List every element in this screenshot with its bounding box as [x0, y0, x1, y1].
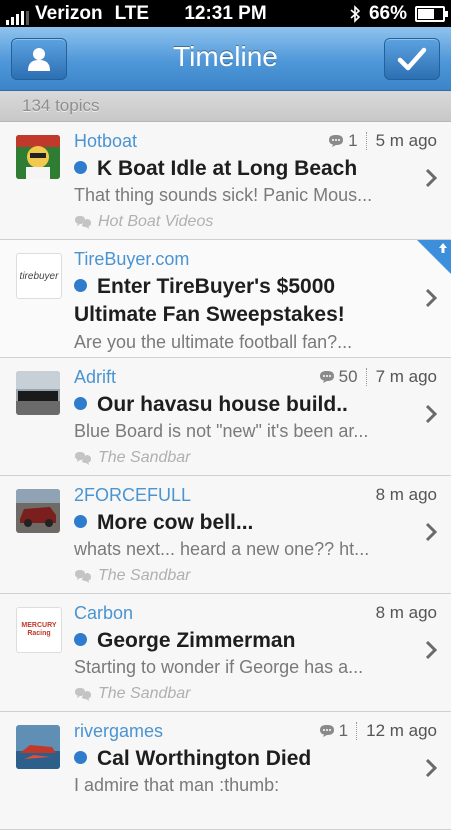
- avatar: [16, 371, 60, 415]
- forum-icon: [75, 687, 91, 701]
- chevron-right-icon: [425, 640, 437, 660]
- topic-row[interactable]: rivergames 1 12 m ago Cal Worthington Di…: [0, 712, 451, 830]
- chevron-right-icon: [425, 522, 437, 542]
- forum-name: The Sandbar: [74, 685, 191, 703]
- topic-author[interactable]: Carbon: [74, 603, 133, 624]
- topic-meta: 1 5 m ago: [328, 131, 437, 151]
- topic-row[interactable]: Hotboat 1 5 m ago K Boat Idle at Long Be…: [0, 122, 451, 240]
- topic-title: Enter TireBuyer's $5000 Ultimate Fan Swe…: [74, 275, 345, 326]
- avatar: tirebuyer: [16, 253, 62, 299]
- chevron-right-icon: [425, 404, 437, 424]
- topic-title: Our havasu house build..: [74, 391, 409, 419]
- comment-icon: [319, 371, 334, 383]
- topic-time: 7 m ago: [375, 367, 437, 386]
- topic-time: 8 m ago: [375, 485, 437, 504]
- topic-time: 8 m ago: [375, 603, 437, 622]
- unread-dot-icon: [74, 279, 87, 292]
- topic-author[interactable]: Adrift: [74, 367, 116, 388]
- topics-count-bar: 134 topics: [0, 91, 451, 122]
- topic-preview: Blue Board is not "new" it's been ar...: [74, 421, 369, 441]
- reply-count: 1: [348, 131, 358, 150]
- battery-icon: [415, 6, 448, 22]
- avatar: [16, 725, 60, 769]
- topic-title: George Zimmerman: [74, 627, 409, 655]
- topic-preview: Starting to wonder if George has a...: [74, 657, 364, 677]
- mark-read-button[interactable]: [384, 38, 440, 80]
- topic-row-sponsored[interactable]: tirebuyer TireBuyer.com Enter TireBuyer'…: [0, 240, 451, 358]
- forum-icon: [75, 451, 91, 465]
- bluetooth-icon: [350, 5, 361, 23]
- topic-time: 12 m ago: [366, 721, 437, 740]
- topic-meta: 8 m ago: [376, 485, 437, 505]
- topic-title: More cow bell...: [74, 509, 409, 537]
- forum-name: Hot Boat Videos: [74, 213, 213, 231]
- chevron-right-icon: [425, 168, 437, 188]
- unread-dot-icon: [74, 161, 87, 174]
- topic-author[interactable]: Hotboat: [74, 131, 137, 152]
- topic-time: 5 m ago: [375, 131, 437, 150]
- topic-meta: 1 12 m ago: [319, 721, 437, 741]
- avatar: [16, 489, 60, 533]
- unread-dot-icon: [74, 751, 87, 764]
- topic-row[interactable]: MERCURY Racing Carbon 8 m ago George Zim…: [0, 594, 451, 712]
- topic-preview: Are you the ultimate football fan?...: [74, 332, 353, 352]
- topic-preview: whats next... heard a new one?? ht...: [74, 539, 370, 559]
- topic-preview: I admire that man :thumb:: [74, 775, 280, 795]
- comment-icon: [329, 135, 344, 147]
- topic-row[interactable]: Adrift 50 7 m ago Our havasu house build…: [0, 358, 451, 476]
- forum-name: The Sandbar: [74, 567, 191, 585]
- checkmark-icon: [397, 47, 427, 71]
- topic-meta: 50 7 m ago: [319, 367, 437, 387]
- topic-title: Cal Worthington Died: [74, 745, 409, 773]
- forum-icon: [75, 215, 91, 229]
- forum-name: The Sandbar: [74, 449, 191, 467]
- unread-dot-icon: [74, 633, 87, 646]
- topic-list: Hotboat 1 5 m ago K Boat Idle at Long Be…: [0, 122, 451, 830]
- arrow-up-icon: [439, 243, 447, 253]
- unread-dot-icon: [74, 397, 87, 410]
- chevron-right-icon: [425, 288, 437, 308]
- reply-count: 50: [338, 367, 358, 386]
- unread-dot-icon: [74, 515, 87, 528]
- comment-icon: [319, 725, 334, 737]
- topic-preview: That thing sounds sick! Panic Mous...: [74, 185, 373, 205]
- topic-author[interactable]: 2FORCEFULL: [74, 485, 191, 506]
- topic-row[interactable]: 2FORCEFULL 8 m ago More cow bell... what…: [0, 476, 451, 594]
- battery-percent: 66%: [368, 3, 407, 24]
- navigation-bar: Timeline: [0, 27, 451, 91]
- chevron-right-icon: [425, 758, 437, 778]
- topic-title: K Boat Idle at Long Beach: [74, 155, 409, 183]
- avatar: [16, 135, 60, 179]
- reply-count: 1: [338, 721, 349, 740]
- topic-author[interactable]: TireBuyer.com: [74, 249, 189, 270]
- topic-author[interactable]: rivergames: [74, 721, 163, 742]
- topic-meta: 8 m ago: [376, 603, 437, 623]
- avatar: MERCURY Racing: [16, 607, 62, 653]
- status-bar: Verizon LTE 12:31 PM 66%: [0, 0, 451, 27]
- topics-count: 134 topics: [22, 96, 100, 115]
- forum-icon: [75, 569, 91, 583]
